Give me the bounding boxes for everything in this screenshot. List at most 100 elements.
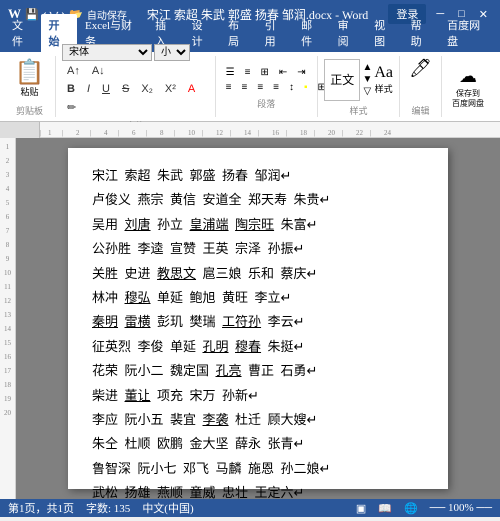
multilevel-button[interactable]: ⊞	[256, 66, 272, 79]
align-left-button[interactable]: ≡	[222, 81, 236, 94]
styles-up-button[interactable]: ▲	[362, 62, 372, 73]
document-area[interactable]: 宋江 索超 朱武 郭盛 扬春 邹润↵ 卢俊义 燕宗 黄信 安道全 郑天寿 朱贵↵…	[16, 138, 500, 499]
ruler-16: 16	[4, 350, 11, 364]
font-family-select[interactable]: 宋体	[62, 44, 152, 61]
span-lixi: 李袭	[203, 412, 229, 427]
horizontal-ruler: | 1 | 2 | 4 | 6 | 8 | 10 | 12 | 14 | 16 …	[40, 122, 500, 138]
tab-references[interactable]: 引用	[257, 14, 294, 52]
ruler-11: 11	[4, 280, 11, 294]
span-huangpuduan: 皇浦端	[190, 217, 229, 232]
ruler-17: 17	[4, 364, 11, 378]
tab-help[interactable]: 帮助	[403, 14, 440, 52]
underline-button[interactable]: U	[97, 81, 115, 97]
font-shrink-button[interactable]: A↓	[87, 63, 110, 79]
ruler-10: 10	[4, 266, 11, 280]
zoom-slider[interactable]: ── 100% ──	[430, 502, 492, 514]
editing-button[interactable]: 🖊	[409, 58, 432, 79]
ruler-5: 5	[6, 196, 10, 210]
tab-file[interactable]: 文件	[4, 14, 41, 52]
ribbon-content: 📋 粘贴 剪贴板 宋体 小四 A↑ A↓ B I U S	[0, 52, 500, 122]
span-kongliang: 孔亮	[216, 363, 242, 378]
language: 中文(中国)	[142, 500, 193, 516]
tab-mailings[interactable]: 邮件	[293, 14, 330, 52]
doc-line-11: 李应 阮小五 裴宜 李袭 杜迁 顾大嫂↵	[92, 408, 424, 431]
shading-button[interactable]: ▪	[300, 81, 312, 94]
highlight-button[interactable]: ✏	[62, 99, 81, 116]
editing-label: 编辑	[406, 104, 435, 117]
line-spacing-button[interactable]: ↕	[285, 81, 298, 94]
subscript-button[interactable]: X₂	[136, 81, 158, 97]
document-content[interactable]: 宋江 索超 朱武 郭盛 扬春 邹润↵ 卢俊义 燕宗 黄信 安道全 郑天寿 朱贵↵…	[92, 164, 424, 499]
strikethrough-button[interactable]: S	[117, 81, 134, 97]
ruler-12: 12	[4, 294, 11, 308]
span-dongrang: 董让	[125, 388, 151, 403]
bullets-button[interactable]: ☰	[222, 66, 239, 79]
font-size-select[interactable]: 小四	[154, 44, 190, 61]
word-count: 字数: 135	[86, 500, 130, 516]
doc-line-2: 卢俊义 燕宗 黄信 安道全 郑天寿 朱贵↵	[92, 188, 424, 211]
style-set-button[interactable]: Aa 样式	[374, 64, 393, 95]
styles-controls: 正文 ▲ ▼ ▽ Aa 样式	[324, 58, 393, 101]
paragraph-label: 段落	[222, 97, 311, 110]
baidu-save-button[interactable]: ☁	[459, 66, 477, 87]
styles-label: 样式	[324, 104, 393, 117]
tab-baidu[interactable]: 百度网盘	[439, 14, 496, 52]
tab-view[interactable]: 视图	[366, 14, 403, 52]
ruler-19: 19	[4, 392, 11, 406]
doc-line-5: 关胜 史进 教思文 扈三娘 乐和 蔡庆↵	[92, 262, 424, 285]
font-name-row: 宋体 小四 A↑ A↓	[62, 44, 209, 79]
view-normal-icon[interactable]: ▣	[356, 502, 366, 515]
doc-line-13: 鲁智深 阮小七 邓飞 马麟 施恩 孙二娘↵	[92, 457, 424, 480]
ruler-14: 14	[4, 322, 11, 336]
span-qinming: 秦明	[92, 314, 118, 329]
align-center-button[interactable]: ≡	[237, 81, 251, 94]
span-leiheng: 雷横	[125, 314, 151, 329]
ruler-9: 9	[6, 252, 10, 266]
decrease-indent-button[interactable]: ⇤	[275, 66, 291, 79]
ruler-13: 13	[4, 308, 11, 322]
span-liutang: 刘唐	[125, 217, 151, 232]
ruler-18: 18	[4, 378, 11, 392]
ruler-3: 3	[6, 168, 10, 182]
bold-button[interactable]: B	[62, 81, 80, 97]
align-row: ≡ ≡ ≡ ≡ ↕ ▪ ⊞	[222, 81, 311, 94]
ruler-marks: | 1 | 2 | 4 | 6 | 8 | 10 | 12 | 14 | 16 …	[40, 122, 398, 137]
ruler-corner	[0, 122, 40, 138]
baidu-save-controls: ☁ 保存到百度网盘	[448, 58, 488, 117]
styles-scroll: ▲ ▼ ▽	[362, 62, 372, 97]
font-color-button[interactable]: A	[183, 81, 200, 97]
clipboard-group: 📋 粘贴	[10, 58, 49, 101]
ruler-8: 8	[6, 238, 10, 252]
font-section: 宋体 小四 A↑ A↓ B I U S X₂ X² A ✏ 字体	[58, 56, 216, 117]
align-right-button[interactable]: ≡	[253, 81, 267, 94]
span-jiaosiwen: 教思文	[157, 266, 196, 281]
list-row: ☰ ≡ ⊞ ⇤ ⇥	[222, 66, 311, 79]
doc-line-6: 林冲 穆弘 单延 鲍旭 黄旺 李立↵	[92, 286, 424, 309]
span-muhong: 穆弘	[125, 290, 151, 305]
superscript-button[interactable]: X²	[160, 81, 181, 97]
styles-expand-button[interactable]: ▽	[362, 86, 372, 97]
paste-button[interactable]: 📋 粘贴	[15, 61, 45, 98]
vertical-ruler: 1 2 3 4 5 6 7 8 9 10 11 12 13 14 15 16 1…	[0, 138, 16, 499]
doc-line-9: 花荣 阮小二 魏定国 孔亮 曹正 石勇↵	[92, 359, 424, 382]
styles-down-button[interactable]: ▼	[362, 74, 372, 85]
ruler-4: 4	[6, 182, 10, 196]
page-info: 第1页，共1页	[8, 500, 74, 516]
tab-review[interactable]: 审阅	[330, 14, 367, 52]
view-web-icon[interactable]: 🌐	[404, 502, 418, 515]
font-controls: 宋体 小四 A↑ A↓ B I U S X₂ X² A ✏	[62, 44, 209, 116]
justify-button[interactable]: ≡	[269, 81, 283, 94]
doc-line-4: 公孙胜 李逵 宣赞 王英 宗泽 孙振↵	[92, 237, 424, 260]
ruler-7: 7	[6, 224, 10, 238]
numbering-button[interactable]: ≡	[241, 66, 255, 79]
styles-section: 正文 ▲ ▼ ▽ Aa 样式 样式	[320, 56, 400, 117]
normal-style-icon: 正文	[330, 71, 354, 88]
italic-button[interactable]: I	[82, 81, 95, 97]
font-grow-button[interactable]: A↑	[62, 63, 85, 79]
document-page[interactable]: 宋江 索超 朱武 郭盛 扬春 邹润↵ 卢俊义 燕宗 黄信 安道全 郑天寿 朱贵↵…	[68, 148, 448, 489]
increase-indent-button[interactable]: ⇥	[293, 66, 309, 79]
normal-style-button[interactable]: 正文	[324, 59, 360, 101]
tab-layout[interactable]: 布局	[220, 14, 257, 52]
doc-line-14: 武松 扬雄 燕顺 童威 忠壮 王定六↵	[92, 481, 424, 499]
view-read-icon[interactable]: 📖	[378, 502, 392, 515]
